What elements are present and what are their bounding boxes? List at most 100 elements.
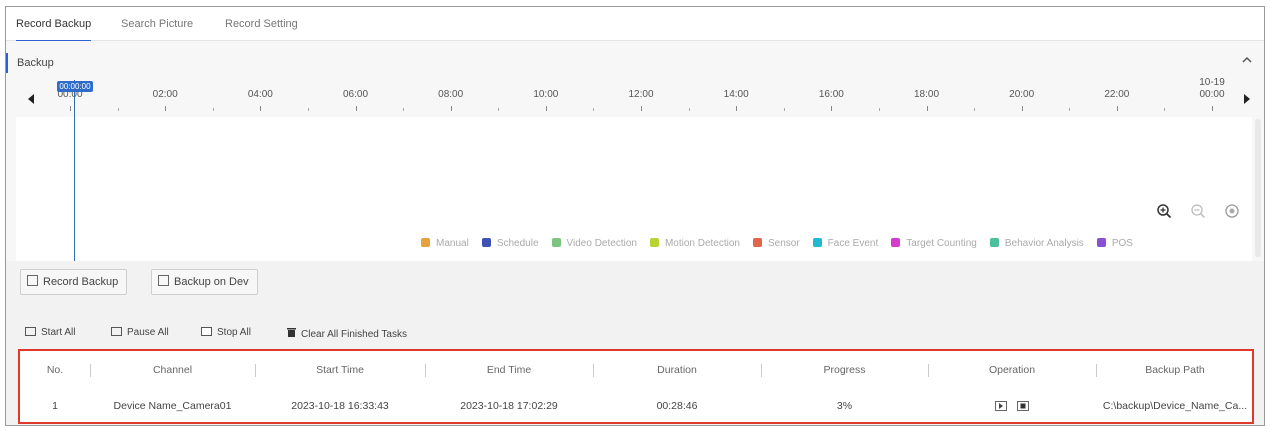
stop-icon xyxy=(201,327,212,336)
timeline-tick xyxy=(831,106,833,111)
clear-finished-button[interactable]: Clear All Finished Tasks xyxy=(286,327,407,340)
legend-swatch xyxy=(989,237,999,247)
tab-record-backup[interactable]: Record Backup xyxy=(16,7,92,42)
cell-channel: Device Name_Camera01 xyxy=(113,400,232,412)
pause-all-label: Pause All xyxy=(127,327,169,338)
timeline-tick-label: 08:00 xyxy=(438,89,464,100)
legend-item: Schedule xyxy=(481,237,539,249)
zoom-in-icon[interactable] xyxy=(1156,203,1172,219)
tab-search-picture[interactable]: Search Picture xyxy=(121,7,193,41)
legend-item: Sensor xyxy=(752,237,800,249)
legend-label: Sensor xyxy=(767,237,800,249)
record-backup-button[interactable]: Record Backup xyxy=(20,269,128,295)
timeline-tick xyxy=(450,106,452,111)
tab-record-setting[interactable]: Record Setting xyxy=(225,7,298,41)
legend-swatch xyxy=(891,237,901,247)
timeline-minor-tick xyxy=(688,108,690,111)
column-header-progress: Progress xyxy=(823,364,866,376)
backup-icon xyxy=(27,275,38,286)
table-header: No. Channel Start Time End Time Duration… xyxy=(20,357,1252,383)
zoom-tools xyxy=(1156,203,1246,221)
legend-item: POS xyxy=(1096,237,1133,249)
legend-label: Schedule xyxy=(496,237,539,249)
legend-label: POS xyxy=(1111,237,1133,249)
timeline-ruler[interactable]: 10-19 00:00 02:00 04:00 06:00 08:00 10:00 12:0… xyxy=(16,77,1254,117)
timeline-minor-tick xyxy=(974,108,976,111)
column-header-operation: Operation xyxy=(988,364,1036,376)
timeline-tick-label: 02:00 xyxy=(152,89,178,100)
timeline-minor-tick xyxy=(307,108,309,111)
trash-icon xyxy=(287,328,296,337)
timeline-tick xyxy=(165,106,167,111)
cell-no: 1 xyxy=(52,400,58,412)
timeline-tick-label: 06:00 xyxy=(342,89,369,100)
legend-item: Face Event xyxy=(812,237,879,249)
timeline-minor-tick xyxy=(498,108,500,111)
timeline-minor-tick xyxy=(403,108,405,111)
reset-zoom-icon[interactable] xyxy=(1224,203,1240,219)
legend-item: Motion Detection xyxy=(649,237,740,249)
collapse-icon[interactable] xyxy=(1240,53,1254,67)
timeline-next-icon[interactable] xyxy=(1242,93,1252,105)
record-backup-button-label: Record Backup xyxy=(43,276,119,288)
timeline-tick-label: 14:00 xyxy=(723,89,749,100)
backup-section-title: Backup xyxy=(17,57,54,69)
pause-all-button[interactable]: Pause All xyxy=(111,327,169,338)
backup-task-table: No. Channel Start Time End Time Duration… xyxy=(18,349,1254,424)
timeline-tick xyxy=(926,106,928,111)
timeline-prev-icon[interactable] xyxy=(26,93,36,105)
legend-swatch xyxy=(481,237,491,247)
timeline-tick xyxy=(260,106,262,111)
legend-swatch xyxy=(649,237,659,247)
column-header-end-time: End Time xyxy=(486,364,532,376)
cell-duration: 00:28:46 xyxy=(656,400,698,412)
timeline-tick-label: 04:00 xyxy=(247,89,273,100)
cell-end-time: 2023-10-18 17:02:29 xyxy=(460,400,558,412)
record-type-legend: Manual Schedule Video Detection Motion Dete… xyxy=(421,237,1146,251)
timeline-tick xyxy=(1116,106,1118,111)
timeline-minor-tick xyxy=(878,108,880,111)
timeline-tick xyxy=(1021,106,1023,111)
tab-bar: Record Backup Search Picture Record Sett… xyxy=(6,7,1264,42)
cell-backup-path: C:\backup\Device_Name_Ca... xyxy=(1102,400,1248,412)
timeline-cursor[interactable] xyxy=(74,80,75,261)
legend-swatch xyxy=(421,237,430,247)
legend-label: Video Detection xyxy=(566,237,637,249)
table-row[interactable]: 1 Device Name_Camera01 2023-10-18 16:33:… xyxy=(20,393,1252,419)
column-header-start-time: Start Time xyxy=(316,364,364,376)
timeline-minor-tick xyxy=(1069,108,1071,111)
timeline-cursor-time: 00:00:00 xyxy=(57,81,93,92)
backup-on-dev-button[interactable]: Backup on Dev xyxy=(151,269,258,295)
timeline-tick-label: 12:00 xyxy=(628,89,654,100)
column-header-channel: Channel xyxy=(152,364,193,376)
legend-label: Face Event xyxy=(827,237,879,249)
timeline-scrollbar[interactable] xyxy=(1255,119,1261,257)
timeline-tick-label: 16:00 xyxy=(818,89,844,100)
timeline-tick xyxy=(641,106,642,111)
legend-swatch xyxy=(1096,237,1106,247)
timeline-minor-tick xyxy=(212,108,214,111)
legend-swatch xyxy=(752,237,762,247)
legend-swatch xyxy=(551,237,561,247)
legend-label: Motion Detection xyxy=(664,237,740,249)
stop-all-button[interactable]: Stop All xyxy=(201,327,251,338)
legend-label: Target Counting xyxy=(906,237,977,249)
start-task-icon[interactable] xyxy=(995,401,1007,412)
timeline-tick xyxy=(355,106,357,111)
play-icon xyxy=(25,327,36,336)
timeline-tick xyxy=(1212,106,1213,111)
timeline-tick-label: 20:00 xyxy=(1009,89,1035,100)
legend-item: Target Counting xyxy=(891,237,977,249)
record-backup-window: Record Backup Search Picture Record Sett… xyxy=(5,6,1265,426)
timeline-end-date: 10-19 xyxy=(1199,77,1225,88)
zoom-out-icon[interactable] xyxy=(1190,203,1206,219)
start-all-button[interactable]: Start All xyxy=(25,327,75,338)
legend-item: Video Detection xyxy=(551,237,637,249)
timeline-minor-tick xyxy=(593,108,595,111)
legend-label: Behavior Analysis xyxy=(1004,237,1084,249)
stop-task-icon[interactable] xyxy=(1017,401,1029,412)
clear-finished-label: Clear All Finished Tasks xyxy=(301,329,407,340)
timeline-tick xyxy=(545,106,547,111)
legend-label: Manual xyxy=(436,237,469,249)
section-indicator xyxy=(6,53,8,73)
